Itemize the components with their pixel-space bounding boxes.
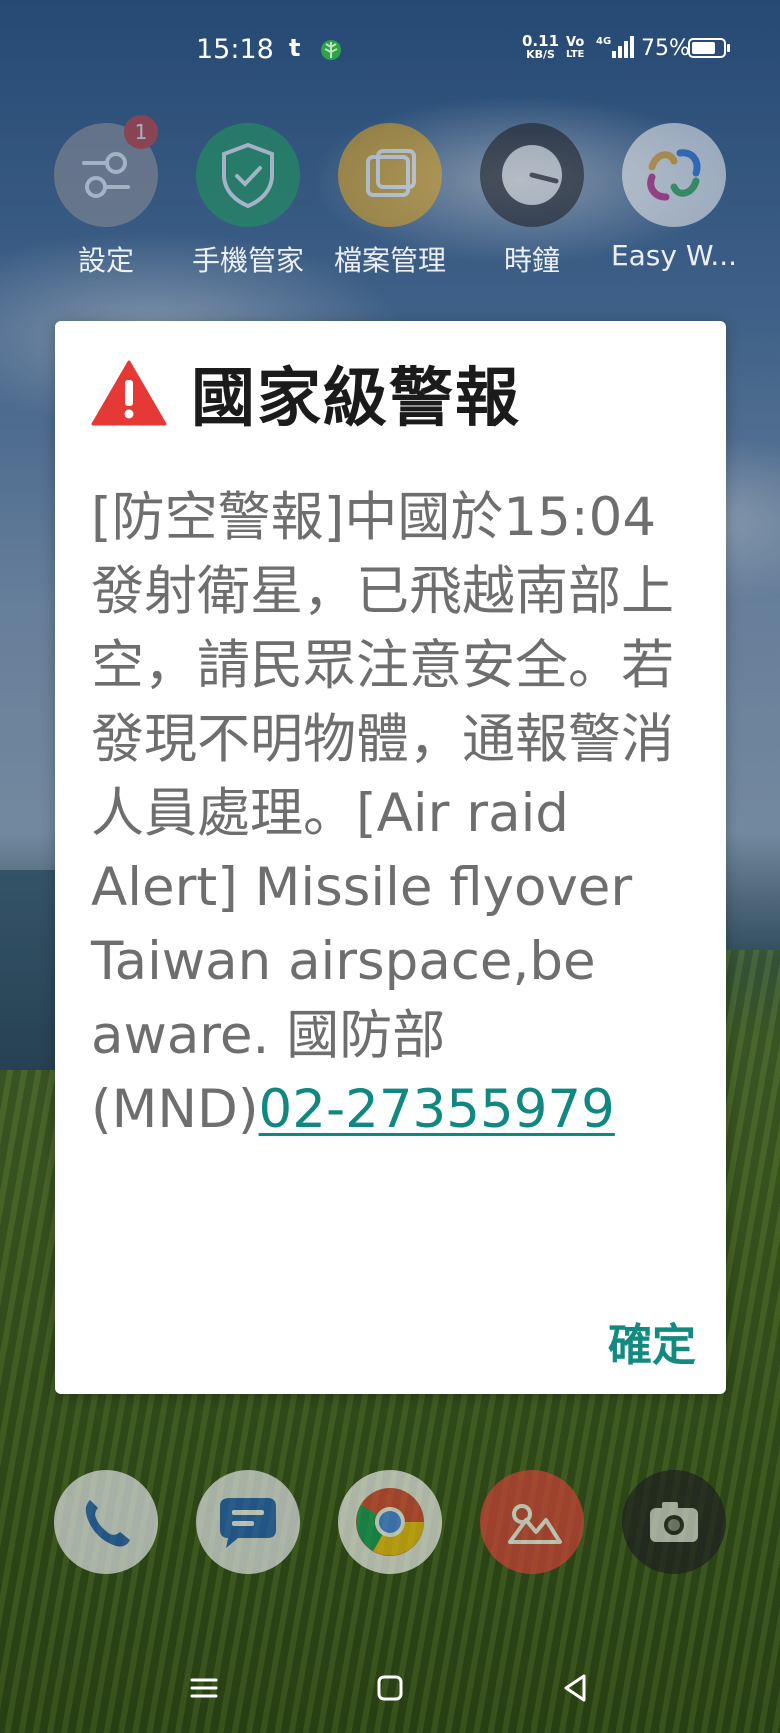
emergency-alert-dialog: 國家級警報 [防空警報]中國於15:04發射衛星，已飛越南部上空，請民眾注意安全… [55, 321, 726, 1394]
net-speed-indicator: 0.11 KB/S [522, 32, 560, 62]
confirm-button[interactable]: 確定 [604, 1305, 700, 1377]
status-time: 15:18 [196, 34, 274, 65]
app-label: 檔案管理 [333, 244, 446, 277]
chrome-icon[interactable] [338, 1470, 442, 1574]
volte-indicator: Vo LTE [566, 35, 585, 60]
settings-icon: 1 [54, 115, 158, 227]
battery-percentage: 75% [641, 36, 690, 61]
menu-nav-icon[interactable] [184, 1668, 224, 1708]
navigation-bar [0, 1650, 780, 1720]
app-settings[interactable]: 1 設定 [36, 115, 176, 279]
app-label: 手機管家 [191, 244, 304, 277]
alert-title: 國家級警報 [191, 362, 521, 436]
battery-icon [688, 38, 730, 58]
alert-message: [防空警報]中國於15:04發射衛星，已飛越南部上空，請民眾注意安全。若發現不明… [91, 481, 691, 1147]
phone-number-link[interactable]: 02-27355979 [259, 1079, 615, 1140]
app-easy-wallet[interactable]: Easy W... [604, 123, 744, 272]
messages-icon[interactable] [196, 1470, 300, 1574]
app-label: Easy W... [610, 239, 738, 272]
gallery-icon[interactable] [480, 1470, 584, 1574]
home-nav-icon[interactable] [370, 1668, 410, 1708]
clock-icon [480, 123, 584, 227]
warning-icon [91, 360, 167, 426]
app-file-manager[interactable]: 檔案管理 [320, 123, 460, 279]
app-clock[interactable]: 時鐘 [462, 123, 602, 279]
back-nav-icon[interactable] [556, 1668, 596, 1708]
shield-check-icon [196, 123, 300, 227]
alert-message-text: [防空警報]中國於15:04發射衛星，已飛越南部上空，請民眾注意安全。若發現不明… [91, 487, 674, 1140]
phone-icon[interactable] [54, 1470, 158, 1574]
signal-4g-icon: 4G [596, 36, 634, 58]
alert-header: 國家級警報 [91, 353, 521, 436]
notification-t-icon: t [289, 34, 301, 62]
camera-icon[interactable] [622, 1470, 726, 1574]
status-bar: 15:18 t 0.11 KB/S Vo LTE 4G 75% [0, 0, 780, 100]
folder-icon [338, 123, 442, 227]
app-label: 時鐘 [503, 244, 560, 277]
app-label: 設定 [77, 244, 134, 277]
notification-badge: 1 [124, 115, 158, 149]
easy-wallet-icon [622, 123, 726, 227]
network-type-label: 4G [596, 36, 611, 47]
app-phone-manager[interactable]: 手機管家 [178, 123, 318, 279]
notification-leaf-icon [321, 40, 341, 60]
